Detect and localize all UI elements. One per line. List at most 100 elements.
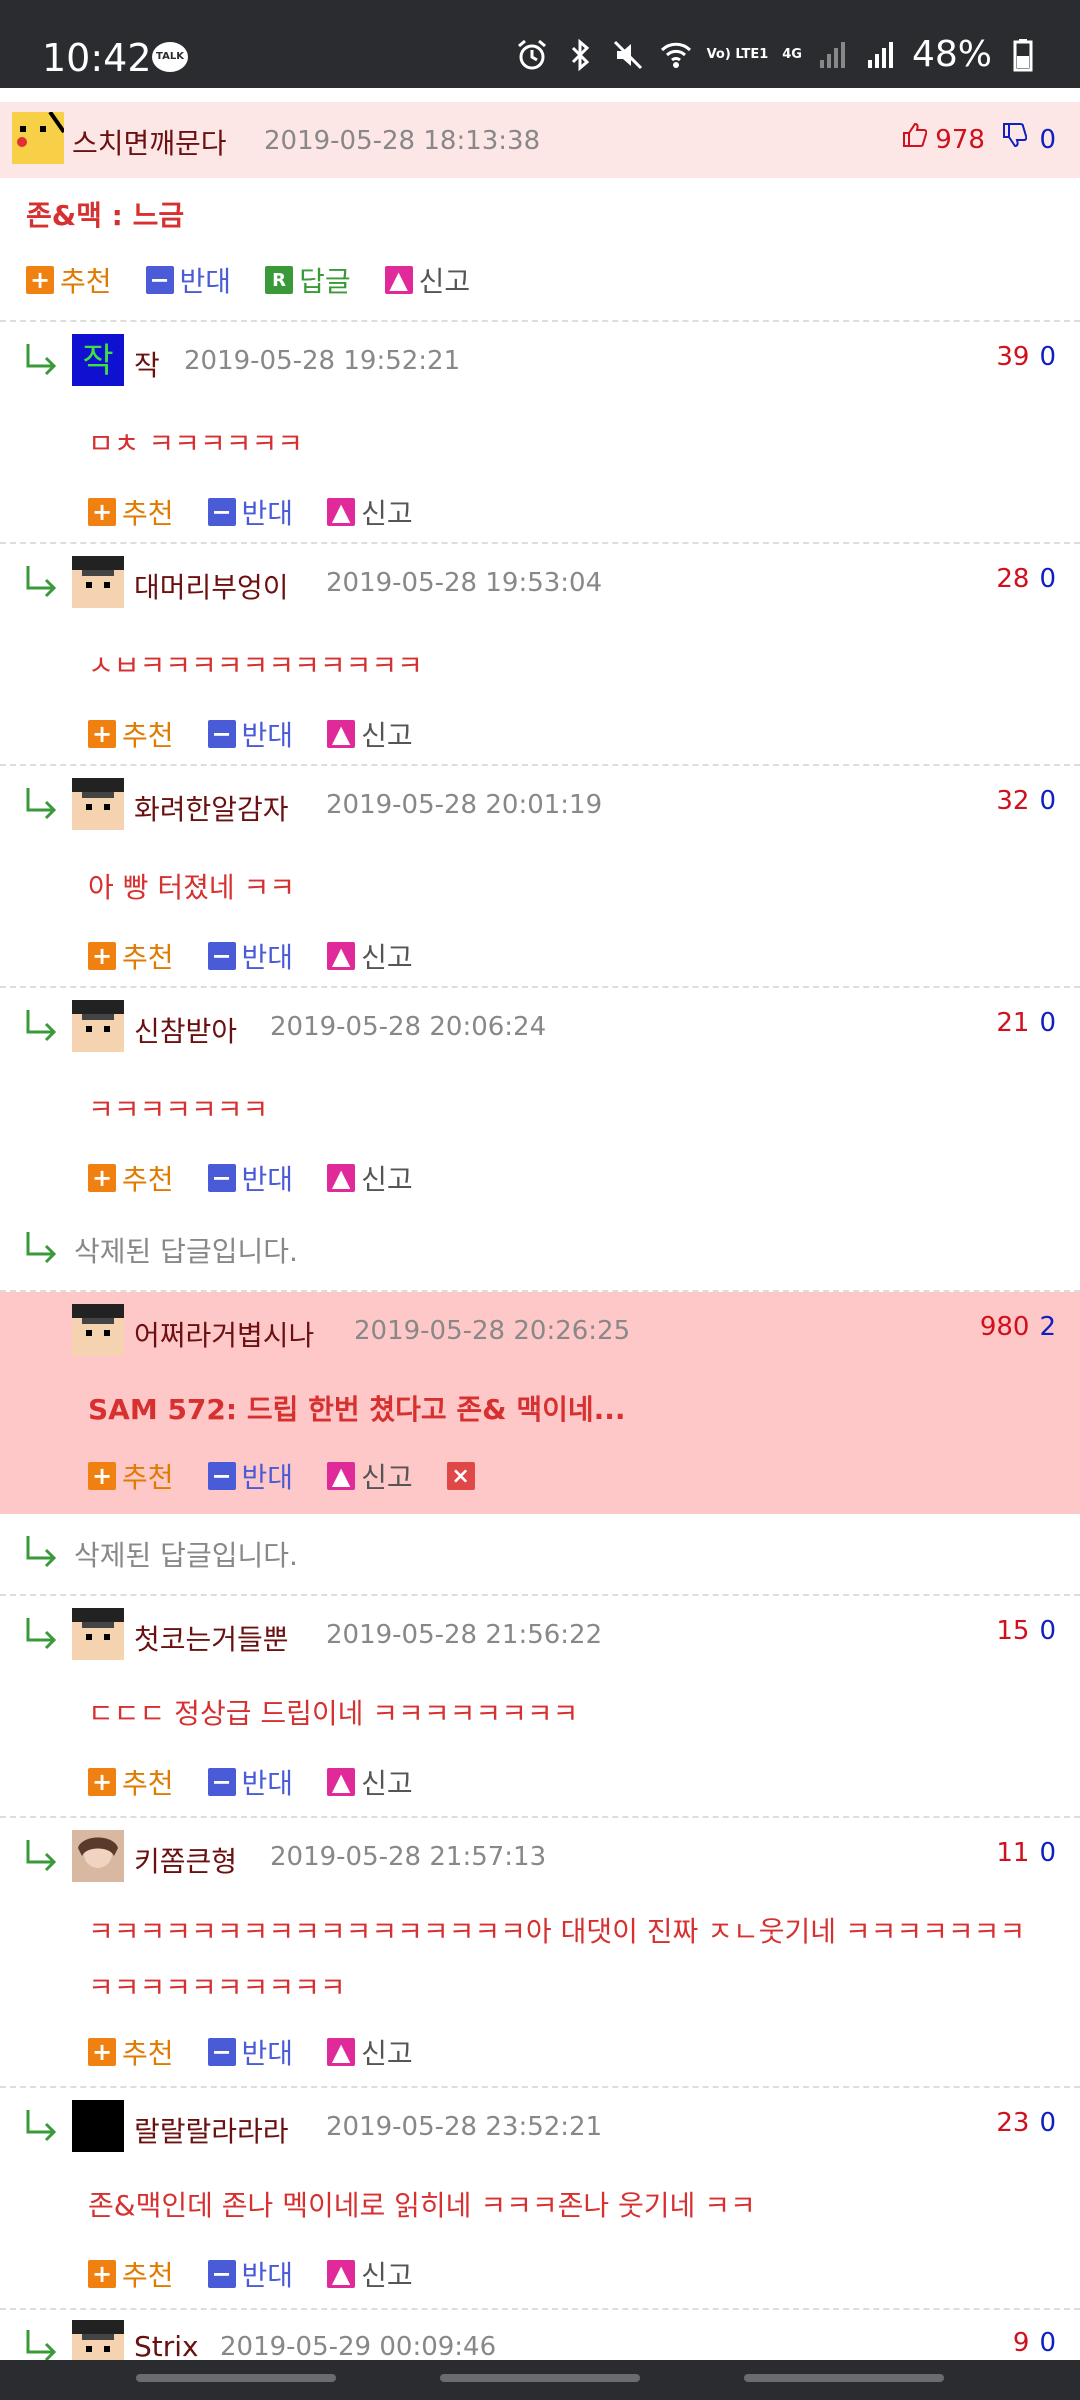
nav-recent-button[interactable] — [136, 2374, 336, 2382]
siren-icon: ▲ — [327, 1164, 356, 1192]
report-button[interactable]: ▲ 신고 — [327, 1456, 413, 1496]
reply-arrow-icon — [26, 2330, 57, 2362]
pikachu-avatar — [12, 112, 64, 164]
comment-text: ㄷㄷㄷ 정상급 드립이네 ㅋㅋㅋㅋㅋㅋㅋㅋ — [88, 1697, 579, 1730]
recommend-button[interactable]: + 추천 — [88, 2254, 174, 2294]
post-likes: 978 — [935, 125, 985, 155]
recommend-button[interactable]: + 추천 — [88, 2032, 174, 2072]
recommend-button[interactable]: + 추천 — [88, 714, 174, 754]
comment-actions: + 추천 − 반대 ▲ 신고 — [88, 2032, 413, 2072]
status-bar: 10:42 TALK Vo) LTE1 4G 48% — [0, 0, 1080, 88]
plus-icon: + — [88, 2260, 116, 2288]
comment-item: 화려한알감자 2019-05-28 20:01:19 32 0 아 빵 터졌네 ㅋ… — [0, 766, 1080, 988]
comment-author[interactable]: 신참받아 — [134, 1010, 237, 1050]
siren-icon: ▲ — [327, 942, 356, 970]
report-button[interactable]: ▲ 신고 — [384, 260, 470, 300]
report-button[interactable]: ▲ 신고 — [327, 714, 413, 754]
oppose-button[interactable]: − 반대 — [207, 936, 293, 976]
comment-votes: 23 0 — [996, 2108, 1056, 2138]
oppose-button[interactable]: − 반대 — [207, 1158, 293, 1198]
oppose-button[interactable]: − 반대 — [207, 714, 293, 754]
recommend-button[interactable]: + 추천 — [88, 1456, 174, 1496]
comment-date: 2019-05-28 20:26:25 — [354, 1316, 631, 1346]
comment-votes: 90 — [1012, 2328, 1056, 2358]
report-button[interactable]: ▲ 신고 — [327, 492, 413, 532]
comment-text: ㅁㅊ ㅋㅋㅋㅋㅋㅋ — [88, 427, 303, 460]
comment-item: 랄랄랄라라라 2019-05-28 23:52:21 23 0 존&맥인데 존나 … — [0, 2088, 1080, 2310]
nav-back-button[interactable] — [744, 2374, 944, 2382]
minus-icon: − — [207, 498, 236, 526]
comment-actions: + 추천 − 반대 ▲ 신고 — [88, 936, 413, 976]
siren-icon: ▲ — [384, 266, 413, 294]
siren-icon: ▲ — [327, 498, 356, 526]
comment-date: 2019-05-28 23:52:21 — [326, 2112, 603, 2142]
report-button[interactable]: ▲ 신고 — [327, 1762, 413, 1802]
reply-arrow-icon — [26, 1840, 57, 1872]
comment-date: 2019-05-28 20:01:19 — [326, 790, 603, 820]
post-dislikes: 0 — [1039, 125, 1056, 155]
post-date: 2019-05-28 18:13:38 — [264, 126, 541, 156]
minus-icon: − — [207, 942, 236, 970]
navigation-bar — [0, 2360, 1080, 2400]
oppose-button[interactable]: − 반대 — [207, 2032, 293, 2072]
close-icon[interactable]: × — [446, 1462, 475, 1490]
pixel-face-avatar — [72, 1304, 124, 1356]
comment-votes: 21 0 — [996, 1008, 1056, 1038]
report-button[interactable]: ▲ 신고 — [327, 2254, 413, 2294]
comment-author[interactable]: 대머리부엉이 — [134, 566, 289, 606]
comment-text: 존&맥인데 존나 멕이네로 읽히네 ㅋㅋㅋ존나 웃기네 ㅋㅋ — [88, 2189, 756, 2222]
comment-text: ㅋㅋㅋㅋㅋㅋㅋ — [88, 1093, 269, 1126]
recommend-button[interactable]: + 추천 — [88, 1762, 174, 1802]
thumbs-down-icon — [1003, 123, 1028, 148]
report-button[interactable]: ▲ 신고 — [327, 936, 413, 976]
comment-date: 2019-05-28 19:53:04 — [326, 568, 603, 598]
status-icons: Vo) LTE1 4G 48% — [515, 34, 1040, 75]
reply-arrow-icon — [26, 566, 57, 598]
comment-author[interactable]: 랄랄랄라라라 — [134, 2110, 289, 2150]
siren-icon: ▲ — [327, 1768, 356, 1796]
post-content: 존&맥 : 느금 — [26, 199, 185, 232]
highlighted-comment: 어쩌라거볍시나 2019-05-28 20:26:25 980 2 SAM 572… — [0, 1292, 1080, 1514]
siren-icon: ▲ — [327, 1462, 356, 1490]
mute-icon — [613, 40, 642, 69]
report-button[interactable]: ▲ 신고 — [327, 2032, 413, 2072]
minus-icon: − — [207, 1462, 236, 1490]
comment-votes: 28 0 — [996, 564, 1056, 594]
oppose-button[interactable]: − 반대 — [207, 1762, 293, 1802]
plus-icon: + — [88, 498, 116, 526]
post-body: 존&맥 : 느금 + 추천 − 반대 R 답글 ▲ 신고 — [0, 178, 1080, 322]
comment-actions: + 추천 − 반대 ▲ 신고 × — [88, 1456, 475, 1496]
reply-button[interactable]: R 답글 — [265, 260, 351, 300]
comment-author[interactable]: 작 — [134, 344, 160, 384]
comment-author[interactable]: 화려한알감자 — [134, 788, 289, 828]
recommend-button[interactable]: + 추천 — [26, 260, 112, 300]
oppose-button[interactable]: − 반대 — [145, 260, 231, 300]
post-votes: 978 0 — [901, 122, 1056, 155]
reply-arrow-icon — [26, 788, 57, 820]
recommend-button[interactable]: + 추천 — [88, 1158, 174, 1198]
report-button[interactable]: ▲ 신고 — [327, 1158, 413, 1198]
oppose-button[interactable]: − 반대 — [207, 1456, 293, 1496]
siren-icon: ▲ — [327, 720, 356, 748]
comment-author[interactable]: 어쩌라거볍시나 — [134, 1314, 314, 1354]
comment-author[interactable]: 키쫌큰형 — [134, 1840, 237, 1880]
black-avatar — [72, 2100, 124, 2152]
comment-author[interactable]: 첫코는거들뿐 — [134, 1618, 289, 1658]
recommend-button[interactable]: + 추천 — [88, 492, 174, 532]
deleted-reply-text: 삭제된 답글입니다. — [74, 1235, 298, 1268]
status-time: 10:42 — [42, 36, 152, 80]
svg-text:작: 작 — [82, 341, 113, 381]
plus-icon: + — [88, 1462, 116, 1490]
signal-roaming-icon — [867, 41, 893, 68]
comment-votes: 32 0 — [996, 786, 1056, 816]
wifi-icon — [660, 42, 691, 68]
comment-votes: 39 0 — [996, 342, 1056, 372]
oppose-button[interactable]: − 반대 — [207, 492, 293, 532]
deleted-reply-text: 삭제된 답글입니다. — [74, 1539, 298, 1572]
comment-author[interactable]: Strix — [134, 2330, 199, 2363]
recommend-button[interactable]: + 추천 — [88, 936, 174, 976]
post-author[interactable]: 스치면깨문다 — [72, 122, 227, 162]
nav-home-button[interactable] — [440, 2374, 640, 2382]
reply-arrow-icon — [26, 1010, 57, 1042]
oppose-button[interactable]: − 반대 — [207, 2254, 293, 2294]
